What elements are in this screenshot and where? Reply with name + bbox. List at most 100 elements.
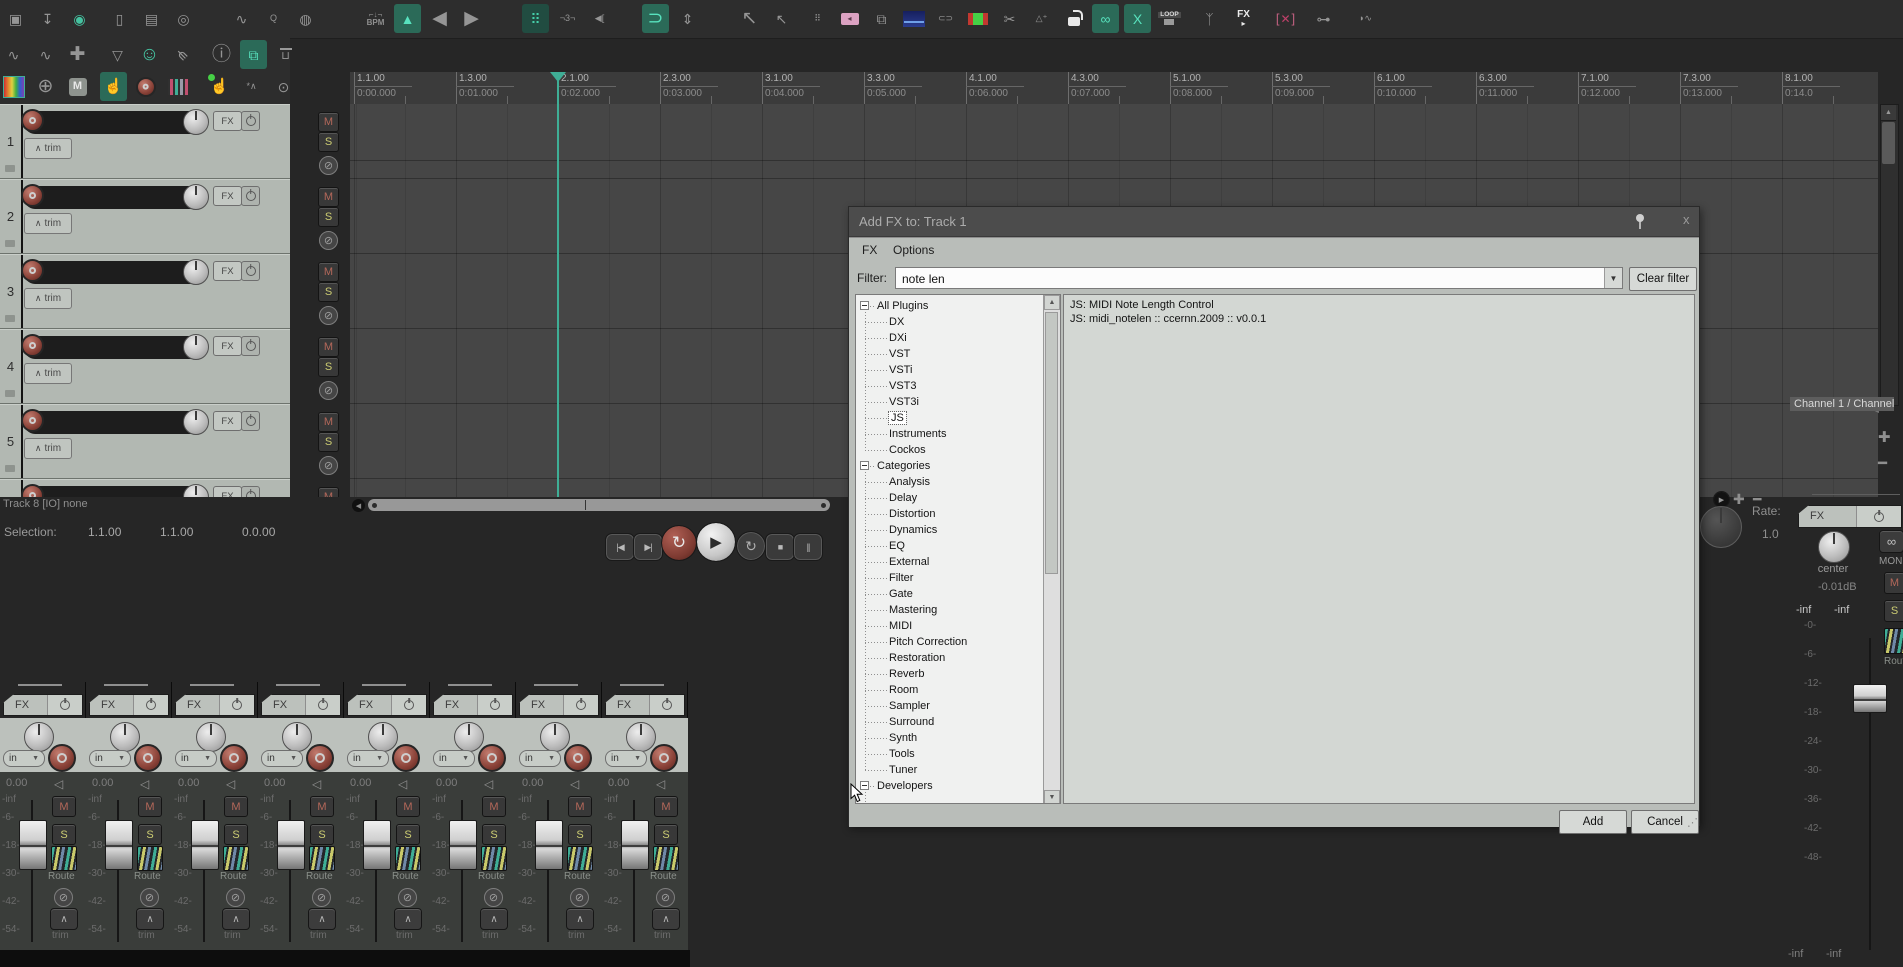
- track-solo-button[interactable]: S: [318, 357, 339, 377]
- track-fx-button[interactable]: FX: [213, 486, 242, 497]
- mixer-route-button[interactable]: [51, 846, 77, 871]
- trash-icon[interactable]: ⊔: [272, 40, 299, 69]
- track-fx-bypass-button[interactable]: [241, 261, 260, 281]
- add-button[interactable]: Add: [1559, 810, 1627, 834]
- zoom-plus-icon[interactable]: ⊕: [32, 72, 59, 101]
- master-fader[interactable]: [1853, 684, 1887, 713]
- media-pad-icon[interactable]: Q: [260, 4, 287, 33]
- mixer-fx-power-segment[interactable]: [563, 695, 598, 715]
- mixer-route-button[interactable]: [309, 846, 335, 871]
- media-m-icon[interactable]: M: [64, 72, 91, 101]
- info-icon[interactable]: ⓘ: [208, 40, 235, 69]
- plugin-result-item[interactable]: JS: midi_notelen :: ccernn.2009 :: v0.0.…: [1070, 313, 1266, 325]
- link-items-icon[interactable]: ∞: [1092, 4, 1119, 33]
- monitor-fx-icon[interactable]: ◗∿: [1352, 4, 1379, 33]
- record-button[interactable]: ↻: [662, 526, 696, 560]
- hand-note-icon[interactable]: ☝: [206, 72, 233, 101]
- go-to-end-button[interactable]: ▶|: [634, 534, 662, 560]
- track-fx-bypass-button[interactable]: [241, 486, 260, 497]
- tree-item[interactable]: DX: [856, 315, 1042, 331]
- media-drive-icon[interactable]: ◉: [66, 4, 93, 33]
- mixer-record-arm-button[interactable]: [306, 744, 334, 772]
- track-mute-button[interactable]: M: [318, 487, 339, 497]
- mixer-route-button[interactable]: [395, 846, 421, 871]
- mixer-phase-button[interactable]: ⊘: [54, 888, 73, 907]
- new-project-icon[interactable]: ▯: [106, 4, 133, 33]
- wave-undo-icon[interactable]: ∿: [0, 40, 27, 69]
- rate-plus-button[interactable]: ✚: [1733, 491, 1745, 508]
- tree-item[interactable]: Gate: [856, 587, 1042, 603]
- mixer-record-arm-button[interactable]: [220, 744, 248, 772]
- audio-analysis-icon[interactable]: ∿: [228, 4, 255, 33]
- mixer-fader[interactable]: [19, 820, 47, 870]
- track-name-field[interactable]: [24, 111, 204, 134]
- mixer-fx-power-segment[interactable]: [391, 695, 426, 715]
- track-fx-bypass-button[interactable]: [241, 111, 260, 131]
- trim-envelope-button[interactable]: ∧trim: [24, 138, 72, 159]
- trim-envelope-button[interactable]: ∧trim: [24, 363, 72, 384]
- track-solo-button[interactable]: S: [318, 432, 339, 452]
- settings-wrench-icon[interactable]: ⋔: [162, 35, 202, 75]
- mixer-phase-button[interactable]: ⊘: [312, 888, 331, 907]
- mixer-trim-button[interactable]: ∧: [652, 908, 680, 930]
- guitar-pick-icon[interactable]: ▽: [104, 40, 131, 69]
- mixer-mute-button[interactable]: M: [654, 796, 678, 817]
- mixer-fader[interactable]: [621, 820, 649, 870]
- speaker-icon[interactable]: ◁: [570, 777, 579, 791]
- walk-mode-icon[interactable]: ᛉ: [1196, 4, 1223, 33]
- tree-item[interactable]: VST3: [856, 379, 1042, 395]
- unlink-items-icon[interactable]: ⊂⊃: [932, 4, 959, 33]
- insert-marker-icon[interactable]: ◀[: [586, 4, 613, 33]
- mixer-fader[interactable]: [449, 820, 477, 870]
- lock-open-icon[interactable]: [1060, 4, 1087, 33]
- mixer-route-button[interactable]: [137, 846, 163, 871]
- track-volume-knob[interactable]: [183, 259, 209, 285]
- master-fx-button[interactable]: FX: [1798, 505, 1902, 528]
- ruler-mark[interactable]: 2.1.000:02.000: [558, 72, 660, 104]
- tree-scroll-up-icon[interactable]: ▲: [1044, 295, 1060, 310]
- track-panel[interactable]: 1FX∧trim: [0, 104, 290, 179]
- tree-item[interactable]: Mastering: [856, 603, 1042, 619]
- speaker-icon[interactable]: ◁: [398, 777, 407, 791]
- mixer-input-selector[interactable]: in▼: [433, 750, 475, 767]
- mixer-trim-button[interactable]: ∧: [394, 908, 422, 930]
- track-volume-knob[interactable]: [183, 184, 209, 210]
- mixer-fader[interactable]: [191, 820, 219, 870]
- theme-color-icon[interactable]: [0, 72, 27, 101]
- plugin-result-item[interactable]: JS: MIDI Note Length Control: [1070, 299, 1214, 311]
- mixer-record-arm-button[interactable]: [134, 744, 162, 772]
- mixer-fx-button[interactable]: FX: [175, 694, 255, 716]
- tree-scrollbar[interactable]: ▲ ▼: [1043, 295, 1060, 804]
- mixer-phase-button[interactable]: ⊘: [140, 888, 159, 907]
- mixer-route-button[interactable]: [567, 846, 593, 871]
- tree-expand-box[interactable]: [860, 301, 869, 310]
- track-fx-bypass-button[interactable]: [241, 186, 260, 206]
- track-volume-knob[interactable]: [183, 109, 209, 135]
- tree-item[interactable]: Tools: [856, 747, 1042, 763]
- grid-toggle-icon[interactable]: ⠿: [522, 4, 549, 33]
- repeat-button[interactable]: ↻: [737, 532, 765, 560]
- mixer-volume-readout[interactable]: 0.00: [436, 777, 457, 789]
- mixer-mute-button[interactable]: M: [310, 796, 334, 817]
- track-fx-button[interactable]: FX: [213, 411, 242, 431]
- add-track-icon[interactable]: ✚: [64, 40, 91, 69]
- resize-grip[interactable]: ⋰: [1687, 816, 1698, 829]
- tree-item[interactable]: Sampler: [856, 699, 1042, 715]
- mixer-pan-knob[interactable]: [282, 722, 312, 752]
- tree-expand-box[interactable]: [860, 461, 869, 470]
- tree-item[interactable]: Cockos: [856, 443, 1042, 459]
- record-arm-button[interactable]: [21, 259, 44, 282]
- pause-button[interactable]: ||: [794, 534, 822, 560]
- mixer-phase-button[interactable]: ⊘: [226, 888, 245, 907]
- item-bounds-icon[interactable]: [964, 4, 991, 33]
- speaker-icon[interactable]: ◁: [484, 777, 493, 791]
- track-fx-button[interactable]: FX: [213, 261, 242, 281]
- tree-item[interactable]: VSTi: [856, 363, 1042, 379]
- track-fx-button[interactable]: FX: [213, 336, 242, 356]
- track-phase-button[interactable]: ⊘: [319, 456, 338, 475]
- ruler-mark[interactable]: 1.3.000:01.000: [456, 72, 558, 104]
- mixer-volume-readout[interactable]: 0.00: [608, 777, 629, 789]
- master-fx-power-segment[interactable]: [1856, 506, 1901, 527]
- snap-magnet-icon[interactable]: ⊃: [642, 4, 669, 33]
- tree-item[interactable]: Room: [856, 683, 1042, 699]
